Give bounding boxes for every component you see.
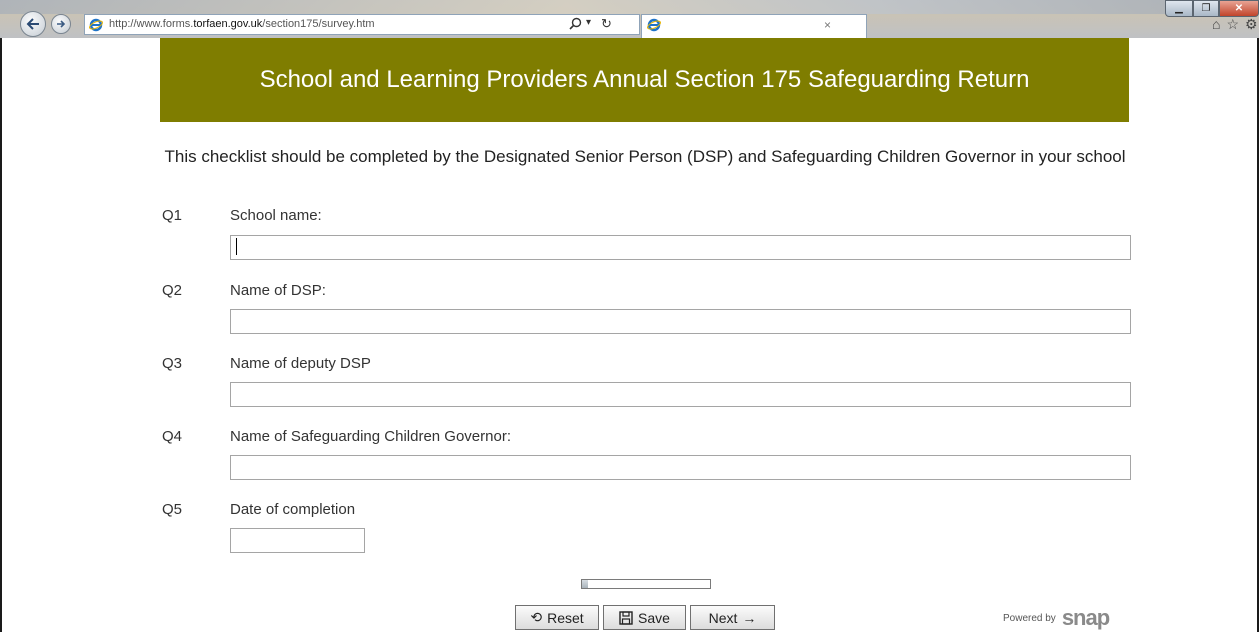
url-prefix: http://www.forms. <box>109 18 194 30</box>
refresh-icon[interactable]: ↻ <box>601 16 612 32</box>
question-label-q2: Name of DSP: <box>230 282 326 299</box>
survey-title-banner: School and Learning Providers Annual Sec… <box>160 38 1129 122</box>
page-title: School and Learning Providers Annual Sec… <box>259 66 1030 93</box>
powered-by-text: Powered by <box>1003 612 1056 624</box>
chevron-down-icon[interactable]: ▾ <box>586 17 591 28</box>
close-window-button[interactable]: ✕ <box>1219 0 1259 17</box>
back-button[interactable] <box>20 11 46 37</box>
intro-text: This checklist should be completed by th… <box>164 147 1126 166</box>
address-bar[interactable]: http://www.forms.torfaen.gov.uk/section1… <box>84 14 640 35</box>
minimize-button[interactable]: ▁ <box>1165 0 1193 17</box>
next-button[interactable]: Next → <box>690 605 775 630</box>
save-button[interactable]: Save <box>603 605 686 630</box>
school-name-input[interactable] <box>230 235 1131 260</box>
safeguarding-governor-input[interactable] <box>230 455 1131 480</box>
question-number-q4: Q4 <box>162 428 183 445</box>
powered-by-snap: Powered by snap <box>1003 605 1110 630</box>
search-icon[interactable] <box>569 17 582 31</box>
browser-titlebar: http://www.forms.torfaen.gov.uk/section1… <box>0 0 1259 38</box>
question-label-q4: Name of Safeguarding Children Governor: <box>230 428 511 445</box>
next-label: Next <box>708 609 738 626</box>
save-label: Save <box>638 609 670 626</box>
question-label-q5: Date of completion <box>230 501 356 518</box>
forward-arrow-icon <box>57 20 66 28</box>
arrow-right-icon: → <box>742 609 757 626</box>
reset-label: Reset <box>547 609 584 626</box>
url-domain: torfaen.gov.uk <box>193 18 263 30</box>
reset-icon: ⟲ <box>530 609 543 625</box>
deputy-dsp-name-input[interactable] <box>230 382 1131 407</box>
browser-tab[interactable]: × <box>641 14 867 38</box>
settings-gear-icon[interactable]: ⚙ <box>1245 16 1258 33</box>
back-arrow-icon <box>26 18 39 30</box>
dsp-name-input[interactable] <box>230 309 1131 334</box>
question-number-q3: Q3 <box>162 355 183 372</box>
browser-toolbar-icons: ⌂ ☆ ⚙ <box>1212 16 1258 33</box>
reset-button[interactable]: ⟲ Reset <box>515 605 599 630</box>
ie-logo-icon <box>647 18 661 32</box>
text-cursor <box>236 238 237 255</box>
question-label-q1: School name: <box>230 207 322 224</box>
survey-progress-bar <box>581 579 711 589</box>
home-icon[interactable]: ⌂ <box>1212 16 1220 33</box>
snap-logo: snap <box>1061 605 1110 630</box>
forward-button[interactable] <box>51 14 71 34</box>
question-label-q3: Name of deputy DSP <box>230 355 371 372</box>
question-number-q5: Q5 <box>162 501 183 518</box>
ie-logo-icon <box>89 18 103 32</box>
tab-close-icon[interactable]: × <box>824 18 831 32</box>
favorites-star-icon[interactable]: ☆ <box>1226 16 1239 33</box>
save-disk-icon <box>619 610 633 625</box>
url-path: /section175/survey.htm <box>262 18 375 30</box>
progress-fill <box>582 580 589 588</box>
url-text: http://www.forms.torfaen.gov.uk/section1… <box>109 18 375 30</box>
completion-date-input[interactable] <box>230 528 365 553</box>
restore-button[interactable]: ❐ <box>1193 0 1219 17</box>
question-number-q1: Q1 <box>162 207 183 224</box>
question-number-q2: Q2 <box>162 282 183 299</box>
